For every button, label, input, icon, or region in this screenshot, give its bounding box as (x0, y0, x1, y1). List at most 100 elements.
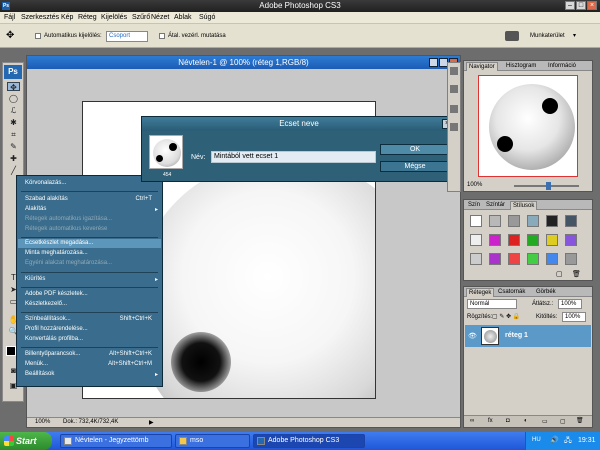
tab-info[interactable]: Információ (546, 62, 578, 71)
style-swatch[interactable] (546, 215, 558, 227)
style-swatch[interactable] (489, 234, 501, 246)
brushes-icon[interactable] (450, 123, 458, 131)
speaker-icon[interactable]: 🔊 (550, 436, 559, 444)
adjustment-layer-icon[interactable]: ◐ (524, 418, 528, 424)
maximize-button[interactable]: □ (576, 1, 586, 10)
new-layer-icon[interactable]: ▢ (560, 418, 566, 425)
taskbar-photoshop[interactable]: Adobe Photoshop CS3 (253, 434, 365, 448)
minimize-button[interactable]: – (565, 1, 575, 10)
tab-navigator[interactable]: Navigator (466, 62, 498, 71)
menu-item-free-transform[interactable]: Szabad alakítás (25, 196, 68, 202)
layer-mask-icon[interactable]: ◘ (506, 418, 510, 424)
eyedropper-tool-icon[interactable]: ✎ (7, 142, 20, 151)
auto-select-checkbox[interactable] (35, 33, 41, 39)
menu-item-purge[interactable]: Kiürítés (25, 276, 45, 282)
foreground-color-swatch[interactable] (6, 346, 16, 356)
menu-item-menus[interactable]: Menük... (25, 361, 48, 367)
start-button[interactable]: Start (0, 432, 52, 450)
new-group-icon[interactable]: ▭ (542, 418, 548, 425)
move-tool-icon[interactable]: ✥ (6, 30, 14, 41)
tool-presets-icon[interactable] (450, 105, 458, 113)
tab-histogram[interactable]: Hisztogram (504, 62, 538, 71)
cancel-button[interactable]: Mégse (380, 161, 450, 172)
taskbar-mso[interactable]: mso (175, 434, 250, 448)
style-swatch[interactable] (546, 234, 558, 246)
network-icon[interactable]: 🖧 (564, 436, 572, 447)
navigator-thumbnail[interactable] (478, 75, 578, 177)
menu-window[interactable]: Ablak (174, 14, 192, 21)
menu-item-stroke[interactable]: Körvonalazás... (25, 180, 66, 186)
menu-item-preset-manager[interactable]: Készletkezelő... (25, 301, 67, 307)
lasso-tool-icon[interactable]: ℒ (7, 106, 20, 115)
show-transform-checkbox[interactable] (159, 33, 165, 39)
fill-field[interactable]: 100% (562, 312, 586, 322)
crop-tool-icon[interactable]: ⌗ (7, 130, 20, 139)
brush-tool-icon[interactable]: ╱ (7, 166, 20, 175)
status-arrow-icon[interactable]: ▶ (149, 419, 154, 426)
menu-item-keyboard-shortcuts[interactable]: Billentyűparancsok... (25, 351, 80, 357)
style-swatch[interactable] (470, 234, 482, 246)
healing-tool-icon[interactable]: ✚ (7, 154, 20, 163)
navigator-zoom-slider[interactable] (514, 182, 579, 190)
magic-wand-tool-icon[interactable]: ✱ (7, 118, 20, 127)
auto-select-dropdown[interactable]: Csoport (106, 31, 148, 42)
taskbar-notepad[interactable]: Névtelen - Jegyzettömb (60, 434, 172, 448)
style-swatch[interactable] (546, 253, 558, 265)
zoom-readout[interactable]: 100% (35, 419, 50, 425)
close-button[interactable]: × (587, 1, 597, 10)
tab-color[interactable]: Szín (466, 201, 482, 210)
menu-help[interactable]: Súgó (199, 14, 215, 21)
menu-item-assign-profile[interactable]: Profil hozzárendelése... (25, 326, 88, 332)
tab-styles[interactable]: Stílusok (510, 201, 538, 210)
style-swatch[interactable] (470, 215, 482, 227)
tab-paths[interactable]: Görbék (534, 288, 558, 297)
style-swatch[interactable] (527, 253, 539, 265)
language-indicator[interactable]: HU (532, 437, 541, 443)
style-swatch[interactable] (527, 234, 539, 246)
tab-layers[interactable]: Rétegek (466, 288, 495, 297)
menu-filter[interactable]: Szűrő (132, 14, 150, 21)
style-swatch[interactable] (565, 215, 577, 227)
link-layers-icon[interactable]: ∞ (470, 418, 474, 424)
delete-layer-icon[interactable]: 🗑 (576, 417, 584, 424)
move-tool-icon[interactable]: ✥ (7, 82, 20, 92)
eye-icon[interactable]: 👁 (468, 332, 477, 340)
style-swatch[interactable] (508, 253, 520, 265)
style-swatch[interactable] (527, 215, 539, 227)
menu-edit[interactable]: Szerkesztés (21, 14, 59, 21)
menu-file[interactable]: Fájl (4, 14, 15, 21)
style-swatch[interactable] (489, 253, 501, 265)
delete-style-icon[interactable]: 🗑 (572, 270, 581, 278)
actions-icon[interactable] (450, 85, 458, 93)
tab-swatches[interactable]: Színtár (484, 201, 507, 210)
menu-item-define-pattern[interactable]: Minta meghatározása... (25, 250, 88, 256)
menu-item-define-brush[interactable]: Ecsetkészlet megadása... (25, 240, 93, 246)
layer-name[interactable]: réteg 1 (505, 332, 528, 339)
doc-minimize-button[interactable] (429, 58, 438, 67)
menu-view[interactable]: Nézet (151, 14, 169, 21)
menu-select[interactable]: Kijelölés (101, 14, 127, 21)
style-swatch[interactable] (489, 215, 501, 227)
style-swatch[interactable] (508, 215, 520, 227)
brush-name-input[interactable]: Mintából vett ecset 1 (211, 151, 376, 163)
layer-row[interactable]: 👁 réteg 1 (465, 325, 591, 347)
menu-image[interactable]: Kép (61, 14, 73, 21)
workspace-icon[interactable] (505, 31, 519, 41)
marquee-tool-icon[interactable]: ◯ (7, 94, 20, 103)
new-style-icon[interactable]: ▢ (556, 270, 563, 278)
menu-item-color-settings[interactable]: Színbeállítások... (25, 316, 71, 322)
style-swatch[interactable] (565, 234, 577, 246)
style-swatch[interactable] (565, 253, 577, 265)
style-swatch[interactable] (508, 234, 520, 246)
menu-item-pdf-presets[interactable]: Adobe PDF készletek... (25, 291, 88, 297)
menu-item-preferences[interactable]: Beállítások (25, 371, 54, 377)
zoom-slider-thumb[interactable] (546, 182, 551, 190)
tab-channels[interactable]: Csatornák (496, 288, 527, 297)
menu-item-transform[interactable]: Alakítás (25, 206, 46, 212)
history-icon[interactable] (450, 67, 458, 75)
layer-style-icon[interactable]: fx (488, 418, 493, 424)
menu-item-convert-profile[interactable]: Konvertálás profilba... (25, 336, 83, 342)
opacity-field[interactable]: 100% (558, 299, 582, 309)
lock-icon[interactable]: ▢ ✎ ✥ 🔒 (492, 313, 520, 320)
workspace-chevron-down-icon[interactable]: ▾ (573, 32, 576, 39)
